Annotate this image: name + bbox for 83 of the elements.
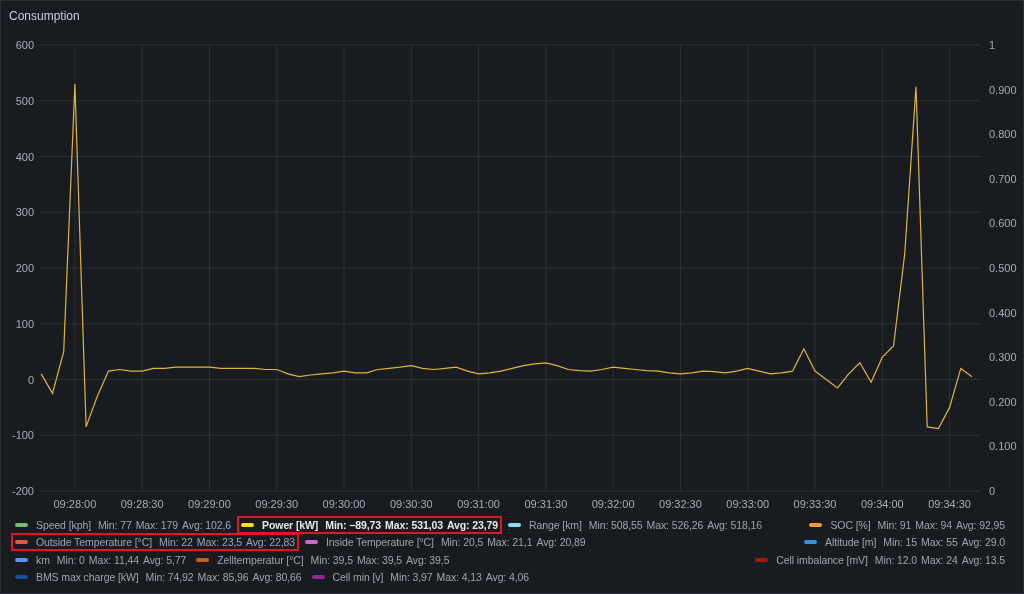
- series-stat: Min: 91: [877, 518, 912, 531]
- series-stat: Min: 3,97: [390, 571, 433, 584]
- series-name[interactable]: Zelltemperatur [°C]: [217, 553, 304, 566]
- series-stat: Avg: 80,66: [252, 571, 302, 584]
- series-stat: Avg: 518,16: [707, 518, 762, 531]
- series-stat: Min: 22: [159, 536, 193, 549]
- series-stat: Min: 39,5: [310, 553, 353, 566]
- series-stat: Max: 11,44: [88, 553, 139, 566]
- axis-label: 200: [15, 262, 34, 274]
- axis-label: 0.300: [989, 351, 1017, 364]
- axis-label: 0.700: [989, 172, 1017, 185]
- series-stat: Max: 21,1: [487, 536, 533, 549]
- series-name[interactable]: Speed [kph]: [36, 518, 91, 531]
- series-stat: Min: 20,5: [440, 536, 484, 549]
- axis-label: 09:33:00: [726, 498, 770, 510]
- series-stat: Min: 508,55: [588, 518, 643, 531]
- axis-label: 100: [15, 317, 34, 330]
- series-stat: Max: 39,5: [356, 553, 403, 566]
- series-stat: Min: 0: [56, 553, 85, 566]
- series-name[interactable]: Cell min [v]: [332, 571, 384, 584]
- axis-label: 09:34:00: [860, 498, 904, 510]
- axis-label: 09:28:30: [120, 498, 164, 510]
- axis-label: 09:34:30: [928, 498, 971, 510]
- series-stat: Avg: 4,06: [485, 571, 530, 584]
- axis-label: 0.200: [989, 395, 1017, 408]
- series-name[interactable]: Power [kW]: [262, 518, 319, 531]
- axis-label: 09:30:00: [322, 498, 366, 510]
- series-stat: Min: 74,92: [145, 571, 194, 584]
- series-stat: Max: 24: [921, 553, 958, 566]
- axis-label: 0.800: [989, 128, 1017, 141]
- series-stat: Max: 23,5: [196, 536, 242, 549]
- series-stat: Avg: 22,83: [245, 536, 295, 549]
- series-stat: Max: 55: [921, 536, 958, 549]
- series-stat: Avg: 23,79: [446, 518, 499, 531]
- series-name[interactable]: Inside Temperature [°C]: [325, 536, 434, 549]
- series-stat: Avg: 102,6: [182, 518, 232, 531]
- series-stat: Avg: 29.0: [961, 536, 1005, 549]
- series-name[interactable]: BMS max charge [kW]: [36, 571, 139, 584]
- axis-label: 09:33:30: [793, 498, 837, 510]
- axis-label: -200: [11, 485, 34, 497]
- axis-label: 400: [15, 150, 34, 163]
- series-stat: Avg: 13.5: [961, 553, 1005, 566]
- series-stat: Max: 94: [915, 518, 952, 531]
- axis-label: 09:28:00: [53, 498, 97, 510]
- series-stat: Min: 77: [97, 518, 132, 531]
- series-stat: Max: 4,13: [436, 571, 482, 584]
- axis-label: 0.400: [989, 306, 1017, 319]
- series-stat: Avg: 20,89: [536, 536, 586, 549]
- axis-label: 0: [27, 373, 34, 386]
- series-stat: Max: 526,26: [646, 518, 704, 531]
- series-name[interactable]: km: [36, 553, 50, 566]
- axis-label: -100: [11, 429, 34, 442]
- series-stat: Min: 15: [883, 536, 918, 549]
- axis-label: 09:32:30: [659, 498, 702, 510]
- series-stat: Max: 179: [135, 518, 179, 531]
- axis-label: 09:31:30: [524, 498, 568, 510]
- axis-label: 600: [15, 39, 34, 51]
- series-name[interactable]: Altitude [m]: [825, 536, 877, 549]
- axis-label: 09:29:00: [188, 498, 231, 510]
- axis-label: 09:32:00: [591, 498, 635, 510]
- panel-title: Consumption: [8, 8, 81, 21]
- series-name[interactable]: Outside Temperature [°C]: [36, 536, 152, 549]
- axis-label: 300: [15, 206, 34, 219]
- series-stat: Max: 531,03: [385, 518, 443, 531]
- axis-label: 09:31:00: [457, 498, 500, 510]
- series-name[interactable]: Cell imbalance [mV]: [776, 553, 868, 566]
- series-stat: Avg: 92,95: [956, 518, 1005, 531]
- series-stat: Max: 85,96: [197, 571, 249, 584]
- axis-label: 0.100: [989, 440, 1017, 453]
- series-name[interactable]: SOC [%]: [830, 518, 871, 531]
- series-stat: Min: 12.0: [874, 553, 918, 566]
- axis-label: 500: [15, 94, 34, 107]
- series-stat: Avg: 5,77: [142, 553, 187, 566]
- series-stat: Min: −89,73: [325, 518, 382, 531]
- axis-label: 0: [989, 485, 996, 497]
- axis-label: 0.600: [989, 217, 1017, 230]
- series-name[interactable]: Range [km]: [529, 518, 582, 531]
- series-stat: Avg: 39,5: [406, 553, 450, 566]
- axis-label: 0.500: [989, 262, 1017, 274]
- axis-label: 09:30:30: [389, 498, 433, 510]
- axis-label: 1: [989, 39, 996, 51]
- axis-label: 0.900: [989, 83, 1017, 96]
- axis-label: 09:29:30: [255, 498, 299, 510]
